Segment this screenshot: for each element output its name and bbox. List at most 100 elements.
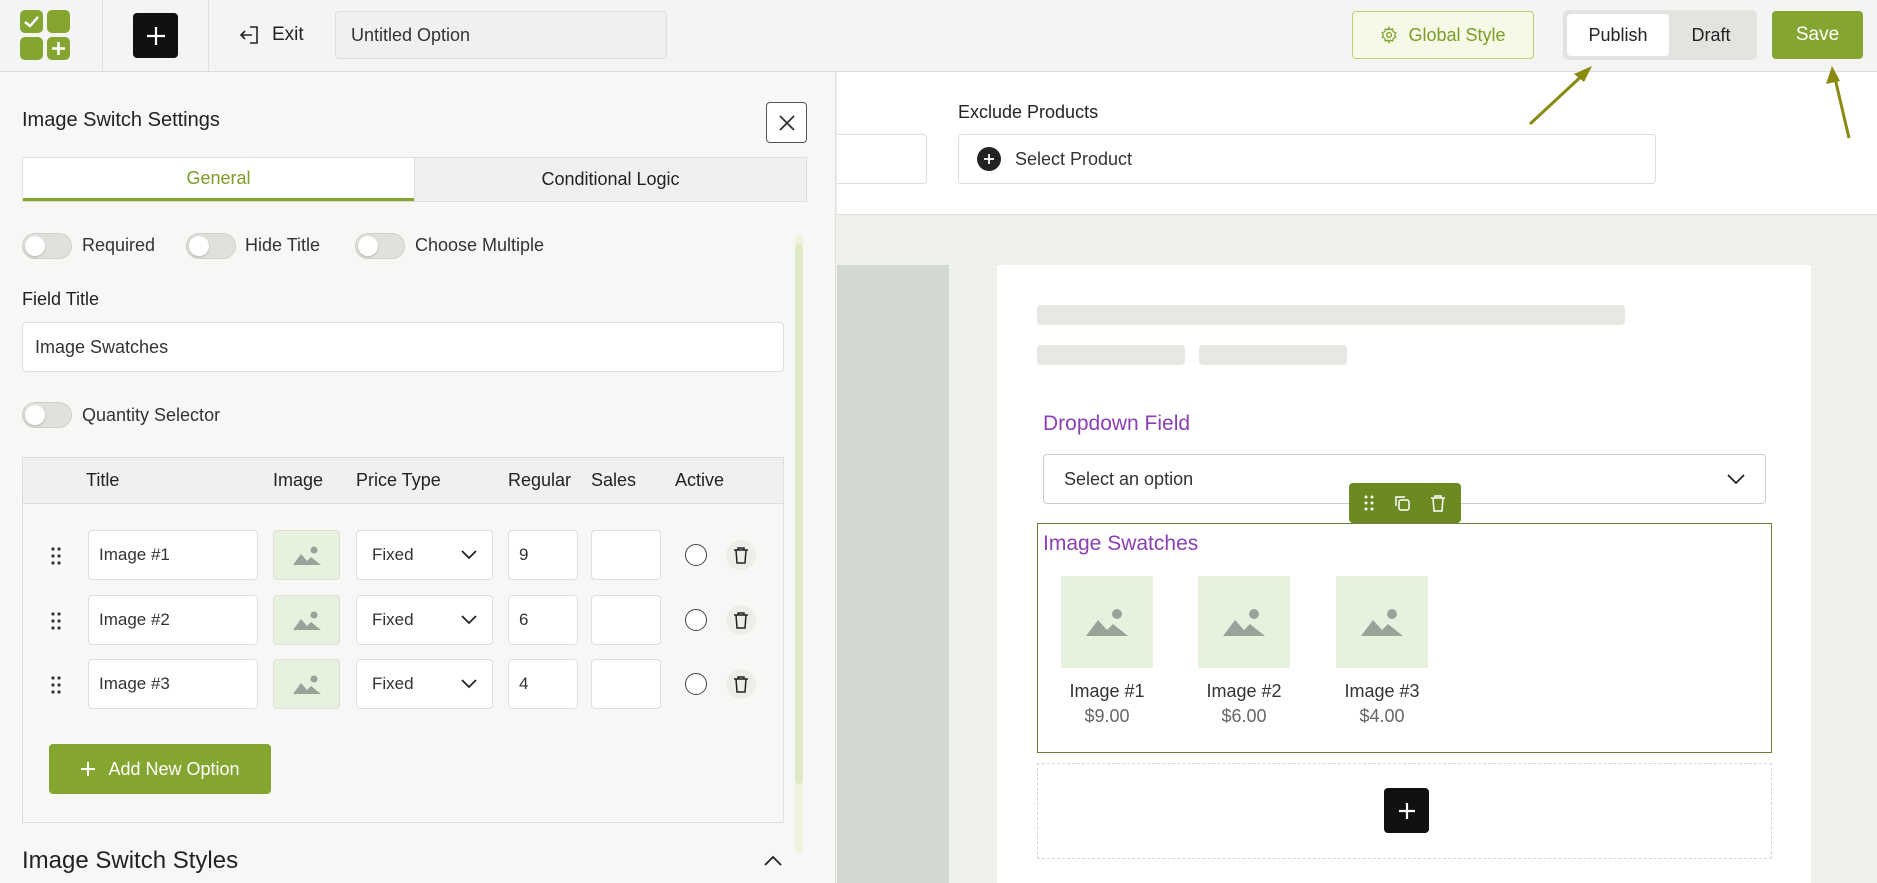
option-image-picker[interactable] bbox=[273, 530, 340, 580]
header-image: Image bbox=[273, 470, 324, 490]
trash-icon bbox=[734, 676, 748, 693]
price-type-select[interactable]: Fixed bbox=[356, 530, 493, 580]
chevron-down-icon bbox=[461, 550, 477, 560]
price-type-select[interactable]: Fixed bbox=[356, 595, 493, 645]
product-rules-section: Exclude Products Select Product bbox=[837, 72, 1877, 215]
regular-price-input[interactable]: 6 bbox=[508, 595, 578, 645]
save-button[interactable]: Save bbox=[1772, 11, 1863, 59]
dropdown-field-label: Dropdown Field bbox=[1043, 412, 1191, 435]
choose-multiple-label: Choose Multiple bbox=[415, 235, 545, 255]
quantity-selector-label: Quantity Selector bbox=[82, 405, 221, 425]
required-label: Required bbox=[82, 235, 156, 255]
delete-row-button[interactable] bbox=[726, 540, 756, 570]
image-placeholder-icon bbox=[1361, 609, 1403, 636]
options-table: Title Image Price Type Regular Sales Act… bbox=[22, 457, 784, 823]
logo-plus-tile bbox=[47, 37, 70, 60]
hide-title-toggle[interactable] bbox=[186, 233, 236, 259]
regular-price-input[interactable]: 4 bbox=[508, 659, 578, 709]
dropdown-placeholder: Select an option bbox=[1064, 468, 1194, 489]
swatch-item[interactable]: Image #2 $6.00 bbox=[1198, 576, 1290, 727]
delete-row-button[interactable] bbox=[726, 669, 756, 699]
swatch-image bbox=[1198, 576, 1290, 668]
header-regular: Regular bbox=[508, 470, 572, 490]
swatch-item[interactable]: Image #1 $9.00 bbox=[1061, 576, 1153, 727]
image-switch-styles-heading[interactable]: Image Switch Styles bbox=[22, 847, 238, 875]
option-title-input[interactable]: Image #1 bbox=[88, 530, 258, 580]
plus-icon bbox=[1398, 802, 1415, 819]
sales-price-input[interactable] bbox=[591, 595, 661, 645]
tab-general[interactable]: General bbox=[23, 158, 414, 201]
divider bbox=[208, 0, 209, 72]
header-price-type: Price Type bbox=[356, 470, 441, 490]
add-field-button[interactable] bbox=[1384, 788, 1429, 833]
option-image-picker[interactable] bbox=[273, 595, 340, 645]
gear-icon bbox=[1381, 26, 1398, 44]
exit-button[interactable]: Exit bbox=[238, 20, 304, 50]
chevron-up-icon[interactable] bbox=[763, 855, 783, 867]
include-products-select[interactable] bbox=[837, 134, 927, 184]
choose-multiple-toggle[interactable] bbox=[355, 233, 405, 259]
swatch-name: Image #1 bbox=[1069, 681, 1145, 701]
publish-option[interactable]: Publish bbox=[1567, 14, 1669, 56]
active-radio[interactable] bbox=[685, 544, 707, 566]
logo-check-tile bbox=[20, 10, 43, 33]
chevron-down-icon bbox=[461, 615, 477, 625]
scrollbar-thumb[interactable] bbox=[795, 244, 803, 784]
swatch-image bbox=[1336, 576, 1428, 668]
add-circle-icon bbox=[977, 147, 1001, 171]
tab-conditional-logic[interactable]: Conditional Logic bbox=[414, 158, 806, 201]
panel-title: Image Switch Settings bbox=[22, 109, 220, 131]
regular-price-input[interactable]: 9 bbox=[508, 530, 578, 580]
price-type-select[interactable]: Fixed bbox=[356, 659, 493, 709]
quantity-selector-toggle[interactable] bbox=[22, 402, 72, 428]
header-active: Active bbox=[675, 470, 725, 490]
active-radio[interactable] bbox=[685, 673, 707, 695]
option-title-input[interactable]: Untitled Option bbox=[335, 11, 667, 59]
sales-price-input[interactable] bbox=[591, 659, 661, 709]
drag-handle-icon[interactable] bbox=[1364, 495, 1374, 511]
option-title-input[interactable]: Image #2 bbox=[88, 595, 258, 645]
required-toggle[interactable] bbox=[22, 233, 72, 259]
annotation-arrow-publish bbox=[1528, 66, 1592, 126]
image-placeholder-icon bbox=[1223, 609, 1265, 636]
header-sales: Sales bbox=[591, 470, 637, 490]
drag-handle-icon[interactable] bbox=[51, 546, 61, 566]
settings-panel: Image Switch Settings General Conditiona… bbox=[0, 72, 836, 883]
global-style-button[interactable]: Global Style bbox=[1352, 11, 1534, 59]
hide-title-label: Hide Title bbox=[245, 235, 321, 255]
divider bbox=[102, 0, 103, 72]
duplicate-icon[interactable] bbox=[1393, 494, 1411, 512]
delete-row-button[interactable] bbox=[726, 605, 756, 635]
image-swatches-field[interactable]: Image Swatches Image #1 $9.00 Image #2 $… bbox=[1037, 523, 1772, 753]
swatch-item[interactable]: Image #3 $4.00 bbox=[1336, 576, 1428, 727]
skeleton-line bbox=[1199, 345, 1347, 365]
app-logo[interactable] bbox=[20, 10, 72, 62]
option-title-input[interactable]: Image #3 bbox=[88, 659, 258, 709]
trash-icon bbox=[734, 612, 748, 629]
exclude-products-select[interactable]: Select Product bbox=[958, 134, 1656, 184]
chevron-down-icon bbox=[461, 679, 477, 689]
swatch-name: Image #2 bbox=[1206, 681, 1282, 701]
option-image-picker[interactable] bbox=[273, 659, 340, 709]
drag-handle-icon[interactable] bbox=[51, 675, 61, 695]
table-row: Image #3 Fixed 4 bbox=[23, 659, 783, 711]
field-title-input[interactable]: Image Swatches bbox=[22, 322, 784, 372]
add-new-option-button[interactable]: Add New Option bbox=[49, 744, 271, 794]
image-swatches-title: Image Swatches bbox=[1043, 532, 1199, 555]
add-field-dropzone[interactable] bbox=[1037, 763, 1772, 859]
table-row: Image #1 Fixed 9 bbox=[23, 530, 783, 582]
active-radio[interactable] bbox=[685, 609, 707, 631]
add-element-button[interactable] bbox=[133, 13, 178, 58]
close-panel-button[interactable] bbox=[766, 102, 807, 143]
swatch-image bbox=[1061, 576, 1153, 668]
field-title-label: Field Title bbox=[22, 289, 100, 309]
trash-icon[interactable] bbox=[1430, 494, 1446, 512]
sales-price-input[interactable] bbox=[591, 530, 661, 580]
exclude-products-placeholder: Select Product bbox=[1015, 148, 1133, 169]
swatch-price: $6.00 bbox=[1221, 706, 1267, 726]
exit-icon bbox=[239, 26, 258, 44]
price-type-value: Fixed bbox=[372, 610, 414, 629]
draft-option[interactable]: Draft bbox=[1669, 14, 1753, 56]
exit-label: Exit bbox=[272, 24, 304, 45]
drag-handle-icon[interactable] bbox=[51, 611, 61, 631]
